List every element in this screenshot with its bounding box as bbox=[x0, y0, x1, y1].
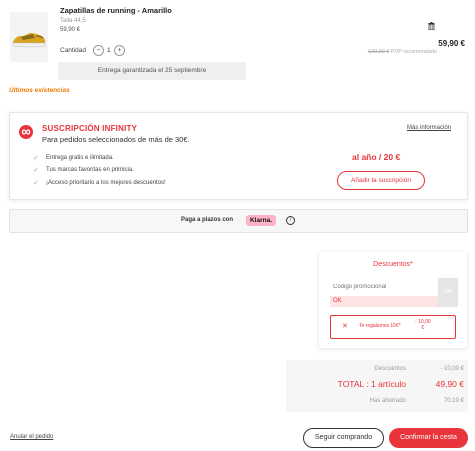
trash-icon[interactable] bbox=[428, 22, 435, 31]
add-subscription-button[interactable]: Añadir la suscripción bbox=[337, 171, 425, 190]
check-icon: ✓ bbox=[33, 167, 39, 174]
old-price-note: PVP recomendado bbox=[390, 49, 437, 55]
benefit-text: Tus marcas favoritas en primicia. bbox=[46, 167, 134, 173]
discounts-total-label: Descuentos bbox=[374, 366, 406, 372]
stock-notice: Últimos existencias bbox=[9, 87, 70, 94]
klarna-text: Paga a plazos con bbox=[181, 217, 234, 223]
quantity-value: 1 bbox=[107, 47, 111, 54]
quantity-label: Cantidad bbox=[60, 47, 87, 54]
more-info-link[interactable]: Más información bbox=[407, 125, 451, 131]
promo-status: OK bbox=[330, 296, 438, 307]
continue-shopping-button[interactable]: Seguir comprando bbox=[303, 428, 384, 448]
confirm-cart-button[interactable]: Confirmar la cesta bbox=[389, 428, 468, 448]
quantity-plus-button[interactable]: + bbox=[114, 45, 125, 56]
old-price-value: 120,00 € bbox=[367, 49, 390, 55]
benefit-item: ✓ Tus marcas favoritas en primicia. bbox=[33, 167, 134, 174]
discounts-total-value: - 10,00 € bbox=[440, 366, 464, 372]
product-old-price: 120,00 € PVP recomendado bbox=[340, 49, 437, 55]
delivery-notice: Entrega garantizada el 25 septiembre bbox=[58, 62, 246, 80]
infinity-icon bbox=[19, 125, 33, 139]
discount-text: Te regalamos 10€* bbox=[359, 323, 401, 329]
infinity-title: SUSCRIPCIÓN INFINITY bbox=[42, 124, 138, 133]
benefit-item: ✓ Entrega gratis e ilimitada. bbox=[33, 155, 114, 162]
saved-label: Has ahorrado bbox=[369, 398, 406, 404]
subscription-price: al año / 20 € bbox=[352, 152, 401, 162]
cancel-order-link[interactable]: Anular el pedido bbox=[10, 434, 53, 440]
remove-discount-icon[interactable]: ✕ bbox=[342, 322, 348, 330]
klarna-logo: Klarna. bbox=[246, 215, 276, 226]
promo-code-input[interactable] bbox=[330, 279, 437, 295]
total-label: TOTAL : 1 artículo bbox=[337, 379, 406, 389]
check-icon: ✓ bbox=[33, 180, 39, 187]
product-title[interactable]: Zapatillas de running - Amarillo bbox=[60, 6, 172, 15]
saved-value: 70,10 € bbox=[443, 398, 464, 404]
infinity-subtitle: Para pedidos seleccionados de más de 30€… bbox=[42, 135, 190, 144]
discount-amount-currency: € bbox=[421, 325, 425, 331]
product-size: Talla 44,5 bbox=[60, 18, 86, 24]
info-icon[interactable]: i bbox=[286, 216, 295, 225]
benefit-text: Entrega gratis e ilimitada. bbox=[46, 155, 114, 161]
benefit-item: ✓ ¡Acceso prioritario a los mejores descu… bbox=[33, 180, 166, 187]
discount-amount: - 10,00 € bbox=[415, 319, 431, 331]
promo-ok-button[interactable]: OK bbox=[438, 278, 458, 307]
total-value: 49,90 € bbox=[435, 379, 464, 389]
check-icon: ✓ bbox=[33, 155, 39, 162]
product-unit-price: 59,90 € bbox=[60, 27, 81, 33]
product-price: 59,90 € bbox=[438, 39, 465, 48]
discounts-title: Descuentos* bbox=[373, 261, 413, 268]
benefit-text: ¡Acceso prioritario a los mejores descue… bbox=[46, 180, 166, 186]
klarna-banner bbox=[9, 209, 468, 233]
product-image[interactable] bbox=[10, 12, 48, 62]
quantity-minus-button[interactable]: − bbox=[93, 45, 104, 56]
